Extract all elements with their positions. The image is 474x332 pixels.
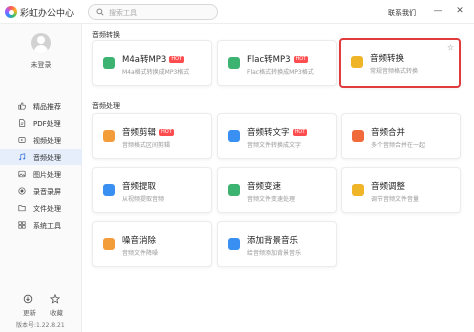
- card-title: M4a转MP3: [122, 55, 167, 65]
- card-desc: Flac格式转换成MP3格式: [247, 69, 314, 76]
- sidebar: 未登录 精品推荐 PDF处理 视频处理 音频处理 图片处理 录音录屏 文件处理 …: [0, 24, 82, 332]
- card-title: 音频合并: [371, 128, 406, 138]
- sidebar-item-audio[interactable]: 音频处理: [0, 149, 82, 165]
- sidebar-item-label: 音频处理: [33, 154, 61, 162]
- avatar[interactable]: [31, 33, 51, 53]
- file-icon: [18, 205, 26, 212]
- audio-to-text-icon: [228, 130, 240, 142]
- sidebar-item-label: 录音录屏: [33, 188, 61, 196]
- title-bar: 彩虹办公中心 搜索工具 联系我们 — ✕: [0, 0, 474, 24]
- image-icon: [18, 170, 26, 178]
- contact-us-link[interactable]: 联系我们: [388, 8, 416, 18]
- sidebar-item-label: 精品推荐: [33, 103, 61, 111]
- card-flac-to-mp3[interactable]: Flac转MP3 HOT Flac格式转换成MP3格式: [217, 40, 337, 86]
- card-add-bgm[interactable]: 添加背景音乐 给音频添加背景音乐: [217, 221, 337, 267]
- section-title-audio-process: 音频处理: [92, 102, 120, 110]
- card-audio-extract[interactable]: 音频提取 从视频提取音频: [92, 167, 212, 213]
- search-icon: [96, 8, 104, 16]
- sidebar-item-recommend[interactable]: 精品推荐: [0, 98, 82, 114]
- sidebar-item-label: 视频处理: [33, 137, 61, 145]
- card-title: 噪音消除: [122, 236, 157, 246]
- video-icon: [18, 137, 26, 143]
- card-desc: 音频文件变速处理: [247, 196, 296, 203]
- thumb-up-icon: [18, 102, 26, 110]
- extract-icon: [103, 184, 115, 196]
- minimize-button[interactable]: —: [432, 5, 444, 17]
- record-icon: [18, 187, 26, 195]
- card-desc: M4a格式转换成MP3格式: [122, 69, 190, 76]
- update-label[interactable]: 更新: [23, 307, 36, 317]
- cut-icon: [103, 130, 115, 142]
- card-m4a-to-mp3[interactable]: M4a转MP3 HOT M4a格式转换成MP3格式: [92, 40, 212, 86]
- card-desc: 音频文件降噪: [122, 250, 159, 257]
- hot-badge: HOT: [292, 129, 308, 136]
- card-desc: 音频格式区间剪辑: [122, 142, 171, 149]
- card-title: 添加背景音乐: [247, 236, 299, 246]
- favorite-star-icon[interactable]: ☆: [447, 43, 454, 52]
- card-title: 音频转文字: [247, 128, 290, 138]
- card-audio-merge[interactable]: 音频合并 多个音频合并在一起: [341, 113, 461, 159]
- card-desc: 从视频提取音频: [122, 196, 165, 203]
- close-button[interactable]: ✕: [454, 5, 466, 17]
- star-icon[interactable]: [50, 294, 60, 304]
- pdf-icon: [19, 119, 26, 127]
- audio-convert-icon: [351, 56, 363, 68]
- card-desc: 音频文件转换成文字: [247, 142, 302, 149]
- speed-icon: [228, 184, 240, 196]
- favorite-label[interactable]: 收藏: [50, 307, 63, 317]
- denoise-icon: [103, 238, 115, 250]
- hot-badge: HOT: [159, 129, 174, 136]
- sidebar-item-image[interactable]: 图片处理: [0, 166, 82, 182]
- sidebar-item-label: 系统工具: [33, 222, 61, 230]
- search-input[interactable]: 搜索工具: [88, 4, 218, 20]
- card-title: Flac转MP3: [247, 55, 291, 65]
- sidebar-item-pdf[interactable]: PDF处理: [0, 115, 82, 131]
- bgm-icon: [228, 238, 240, 250]
- app-title: 彩虹办公中心: [20, 9, 75, 19]
- adjust-icon: [352, 184, 364, 196]
- card-desc: 常规音频格式转换: [370, 68, 419, 75]
- card-title: 音频转换: [370, 54, 405, 64]
- version-label: 版本号:1.22.8.21: [16, 322, 65, 329]
- card-title: 音频剪辑: [122, 128, 157, 138]
- search-placeholder: 搜索工具: [109, 9, 137, 17]
- sidebar-item-label: PDF处理: [33, 120, 61, 128]
- sidebar-item-tools[interactable]: 系统工具: [0, 217, 82, 233]
- hot-badge: HOT: [169, 56, 185, 63]
- card-desc: 多个音频合并在一起: [371, 142, 426, 149]
- app-logo-icon: [5, 6, 17, 18]
- flac-icon: [228, 57, 240, 69]
- card-title: 音频提取: [122, 182, 157, 192]
- sidebar-item-label: 图片处理: [33, 171, 61, 179]
- section-title-audio-convert: 音频转换: [92, 31, 120, 39]
- card-audio-cut[interactable]: 音频剪辑 HOT 音频格式区间剪辑: [92, 113, 212, 159]
- update-icon[interactable]: [23, 294, 33, 304]
- card-desc: 给音频添加背景音乐: [247, 250, 302, 257]
- merge-icon: [352, 130, 364, 142]
- sidebar-item-record[interactable]: 录音录屏: [0, 183, 82, 199]
- card-title: 音频变速: [247, 182, 282, 192]
- card-audio-adjust[interactable]: 音频调整 调节音频文件音量: [341, 167, 461, 213]
- card-title: 音频调整: [371, 182, 406, 192]
- m4a-icon: [103, 57, 115, 69]
- tools-icon: [18, 221, 26, 229]
- sidebar-item-file[interactable]: 文件处理: [0, 200, 82, 216]
- card-desc: 调节音频文件音量: [371, 196, 420, 203]
- card-denoise[interactable]: 噪音消除 音频文件降噪: [92, 221, 212, 267]
- login-status[interactable]: 未登录: [0, 60, 82, 70]
- card-audio-convert[interactable]: ☆ 音频转换 常规音频格式转换: [339, 38, 461, 88]
- card-audio-speed[interactable]: 音频变速 音频文件变速处理: [217, 167, 337, 213]
- card-audio-to-text[interactable]: 音频转文字 HOT 音频文件转换成文字: [217, 113, 337, 159]
- hot-badge: HOT: [293, 56, 309, 63]
- music-icon: [19, 153, 26, 161]
- sidebar-item-video[interactable]: 视频处理: [0, 132, 82, 148]
- sidebar-item-label: 文件处理: [33, 205, 61, 213]
